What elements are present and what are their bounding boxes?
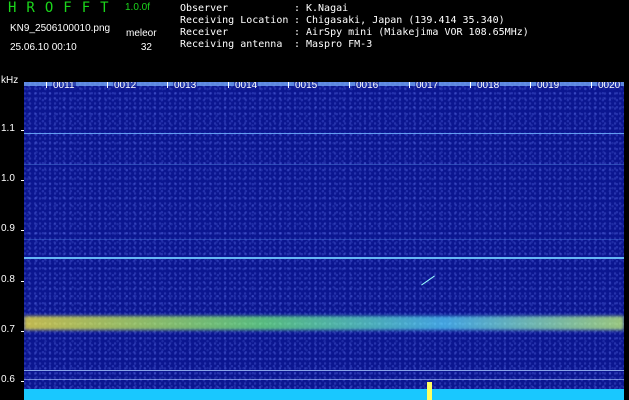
signal-line <box>24 370 624 371</box>
minute-label: 0011 <box>52 82 76 91</box>
header: HROFFT 1.0.0f KN9_2506100010.png 25.06.1… <box>0 0 629 74</box>
y-tick-label: 0.6 <box>1 374 15 385</box>
minute-tick <box>228 82 229 88</box>
y-tick-label: 1.1 <box>1 123 15 134</box>
bottom-strip <box>24 389 624 400</box>
meteor-echo <box>421 275 435 286</box>
minute-tick <box>288 82 289 88</box>
vor-carrier-line <box>24 257 624 259</box>
axis-unit: kHz <box>1 75 19 86</box>
minute-tick <box>591 82 592 88</box>
signal-line <box>24 239 624 240</box>
spectrogram[interactable]: 0011 0012 0013 0014 0015 0016 0017 0018 … <box>24 82 624 400</box>
minute-tick <box>167 82 168 88</box>
app-title: HROFFT <box>8 0 119 16</box>
info-row-antenna: Receiving antenna: Maspro FM-3 <box>180 39 373 50</box>
minute-label: 0013 <box>173 82 198 91</box>
right-border <box>624 74 629 400</box>
mode-label: meleor <box>126 28 157 39</box>
minute-label: 0016 <box>355 82 380 91</box>
file-timestamp: 25.06.10 00:10 <box>10 42 77 53</box>
meteor-spike <box>427 382 432 400</box>
info-value: Chigasaki, Japan (139.414 35.340) <box>306 15 505 26</box>
file-name: KN9_2506100010.png <box>10 23 111 34</box>
y-tick-label: 0.9 <box>1 223 15 234</box>
minute-label: 0014 <box>234 82 259 91</box>
mode-value: 32 <box>140 42 152 53</box>
minute-label: 0017 <box>415 82 440 91</box>
signal-line <box>24 379 624 380</box>
info-row-observer: Observer: K.Nagai <box>180 3 349 14</box>
minute-tick <box>107 82 108 88</box>
signal-line <box>24 164 624 165</box>
noise-band <box>24 316 624 330</box>
info-label: Receiving antenna <box>180 39 283 50</box>
minute-label: 0012 <box>113 82 138 91</box>
y-tick-label: 0.8 <box>1 274 15 285</box>
info-row-location: Receiving Location: Chigasaki, Japan (139… <box>180 15 505 26</box>
minute-tick <box>349 82 350 88</box>
minute-label: 0018 <box>476 82 501 91</box>
minute-label: 0020 <box>597 82 622 91</box>
minute-label: 0015 <box>294 82 319 91</box>
info-value: K.Nagai <box>306 3 349 14</box>
minute-label: 0019 <box>536 82 561 91</box>
signal-line <box>24 133 624 134</box>
info-value: Maspro FM-3 <box>306 39 373 50</box>
minute-tick <box>409 82 410 88</box>
y-tick-label: 0.7 <box>1 324 15 335</box>
minute-tick <box>530 82 531 88</box>
info-row-receiver: Receiver: AirSpy mini (Miakejima VOR 108.… <box>180 27 529 38</box>
info-label: Receiver <box>180 27 229 38</box>
info-label: Observer <box>180 3 229 14</box>
minute-tick <box>46 82 47 88</box>
info-label: Receiving Location <box>180 15 289 26</box>
minute-tick <box>470 82 471 88</box>
app-version: 1.0.0f <box>125 2 151 13</box>
info-value: AirSpy mini (Miakejima VOR 108.65MHz) <box>306 27 529 38</box>
y-tick-label: 1.0 <box>1 173 15 184</box>
observation-info: Observer: K.Nagai Receiving Location: Chig… <box>180 3 529 51</box>
